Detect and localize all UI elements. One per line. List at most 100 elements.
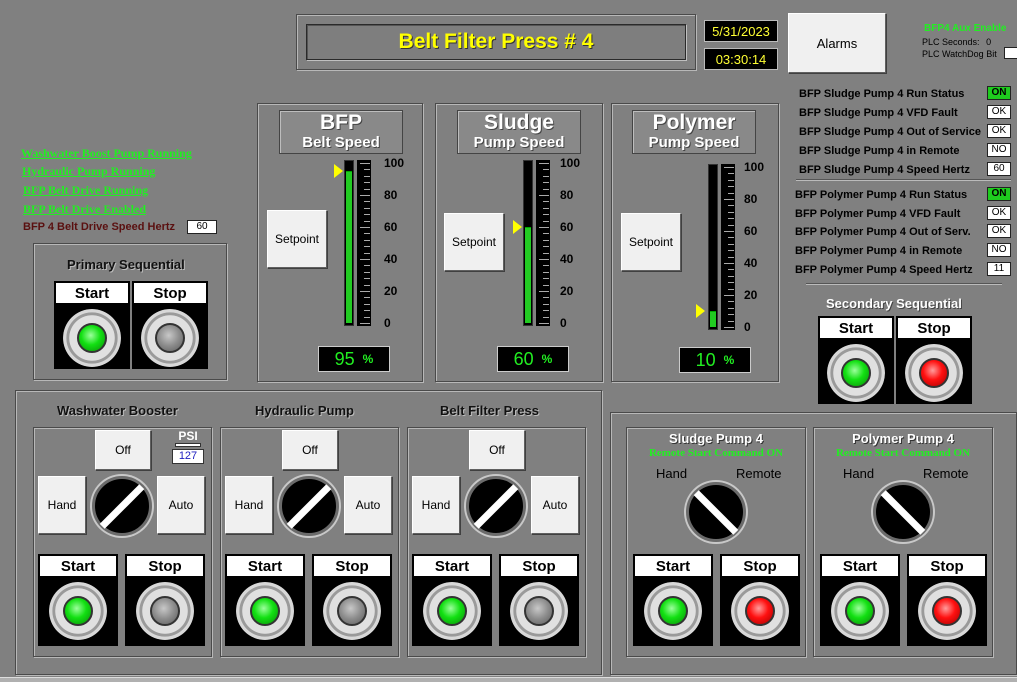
scale-tick [360, 259, 370, 260]
scale-tick [728, 282, 734, 284]
pump-start-lamp-1[interactable]: Start [820, 554, 900, 646]
gauge-subtitle-2: Pump Speed [648, 134, 740, 151]
scale-tick [364, 169, 370, 171]
hoa-stop-led-1 [337, 596, 367, 626]
scale-tick [728, 224, 734, 226]
sludge-status-label: BFP Sludge Pump 4 Speed Hertz [799, 164, 970, 176]
scale-tick [360, 195, 370, 196]
hoa-hand-label-0: Hand [47, 498, 77, 512]
hoa-stop-label-2: Stop [501, 556, 577, 576]
secondary-stop-lamp[interactable]: Stop [896, 316, 972, 404]
scale-tick [364, 271, 370, 273]
pump-selector-switch-0[interactable] [686, 482, 746, 542]
scale-tick [543, 201, 549, 203]
gauge-tick-label-2-5: 0 [744, 320, 751, 334]
secondary-start-ring [827, 344, 885, 402]
hoa-hand-button-0[interactable]: Hand [38, 476, 86, 534]
hoa-auto-label-1: Auto [355, 498, 381, 512]
belt-drive-speed-value: 60 [187, 220, 217, 234]
hoa-selector-switch-1[interactable] [279, 476, 339, 536]
hoa-stop-lamp-1[interactable]: Stop [312, 554, 392, 646]
gauge-setpoint-label-1: Setpoint [451, 235, 497, 249]
hoa-off-button-2[interactable]: Off [469, 430, 525, 470]
scale-tick [543, 239, 549, 241]
psi-label: PSI [178, 429, 198, 443]
secondary-stop-label: Stop [898, 318, 970, 338]
hoa-selector-switch-2[interactable] [466, 476, 526, 536]
gauge-title-1: Sludge [483, 111, 554, 134]
status-hydraulic-running: Hydraulic Pump Running [22, 164, 156, 178]
gauge-arrow-1 [513, 220, 522, 234]
pump-stop-lamp-0[interactable]: Stop [720, 554, 800, 646]
gauge-setpoint-button-2[interactable]: Setpoint [621, 213, 681, 271]
gauge-scale-2 [721, 164, 735, 330]
gauge-readout-value-2: 10 [695, 349, 716, 370]
hoa-auto-button-1[interactable]: Auto [344, 476, 392, 534]
gauge-tick-label-1-5: 0 [560, 316, 567, 330]
pump-title-1: Polymer Pump 4 [852, 431, 954, 446]
hoa-off-label-1: Off [302, 443, 318, 457]
hoa-stop-led-0 [150, 596, 180, 626]
scale-tick [543, 271, 549, 273]
gauge-setpoint-button-0[interactable]: Setpoint [267, 210, 327, 268]
secondary-start-lamp[interactable]: Start [818, 316, 894, 404]
scale-tick [728, 173, 734, 175]
hoa-start-lamp-1[interactable]: Start [225, 554, 305, 646]
scale-tick [728, 179, 734, 181]
sludge-status-value: 60 [987, 162, 1011, 176]
sludge-status-row: BFP Sludge Pump 4 VFD Fault OK [799, 105, 1013, 121]
hoa-auto-button-0[interactable]: Auto [157, 476, 205, 534]
hoa-hand-button-2[interactable]: Hand [412, 476, 460, 534]
gauge-readout-value-1: 60 [513, 348, 534, 369]
hoa-stop-lamp-0[interactable]: Stop [125, 554, 205, 646]
hoa-start-ring-1 [236, 582, 294, 640]
pump-stop-label-0: Stop [722, 556, 798, 576]
sludge-status-row: BFP Sludge Pump 4 Out of Service OK [799, 124, 1013, 140]
scale-tick [364, 278, 370, 280]
primary-start-ring [63, 309, 121, 367]
title-box: Belt Filter Press # 4 [306, 24, 686, 60]
pump-start-ring-0 [644, 582, 702, 640]
polymer-status-value: OK [987, 224, 1011, 239]
hoa-stop-lamp-2[interactable]: Stop [499, 554, 579, 646]
gauge-tick-label-0-2: 60 [384, 220, 398, 234]
hoa-selector-switch-0[interactable] [92, 476, 152, 536]
polymer-status-value: 11 [987, 261, 1011, 276]
scale-tick [364, 303, 370, 305]
gauge-setpoint-button-1[interactable]: Setpoint [444, 213, 504, 271]
scale-tick [728, 243, 734, 245]
plc-watchdog-row: PLC WatchDog Bit [922, 49, 997, 59]
gauge-title-box-2: Polymer Pump Speed [632, 110, 756, 154]
gauge-subtitle-0: Belt Speed [302, 134, 380, 151]
hoa-auto-label-2: Auto [542, 498, 568, 512]
scale-tick [543, 252, 549, 254]
hoa-off-button-0[interactable]: Off [95, 430, 151, 470]
gauge-readout-value-0: 95 [334, 348, 355, 369]
scale-tick [364, 246, 370, 248]
scale-tick [543, 297, 549, 299]
pump-stop-lamp-1[interactable]: Stop [907, 554, 987, 646]
scale-tick [364, 252, 370, 254]
primary-start-lamp[interactable]: Start [54, 281, 130, 369]
scale-tick [543, 220, 549, 222]
belt-drive-speed-label: BFP 4 Belt Drive Speed Hertz [23, 221, 176, 233]
gauge-setpoint-label-2: Setpoint [628, 235, 674, 249]
hoa-hand-button-1[interactable]: Hand [225, 476, 273, 534]
gauge-tick-label-2-1: 80 [744, 192, 758, 206]
scale-tick [728, 237, 734, 239]
hoa-start-led-0 [63, 596, 93, 626]
sludge-status-row: BFP Sludge Pump 4 Run Status ON [799, 86, 1013, 102]
primary-stop-lamp[interactable]: Stop [132, 281, 208, 369]
pump-start-lamp-0[interactable]: Start [633, 554, 713, 646]
alarms-button[interactable]: Alarms [788, 13, 886, 73]
sludge-status-value: OK [987, 105, 1011, 119]
hoa-start-lamp-0[interactable]: Start [38, 554, 118, 646]
scale-tick [728, 256, 734, 258]
scale-tick [728, 314, 734, 316]
pump-selector-switch-1[interactable] [873, 482, 933, 542]
hoa-off-button-1[interactable]: Off [282, 430, 338, 470]
hoa-auto-button-2[interactable]: Auto [531, 476, 579, 534]
scale-tick [364, 297, 370, 299]
polymer-status-label: BFP Polymer Pump 4 Run Status [795, 189, 968, 201]
hoa-start-lamp-2[interactable]: Start [412, 554, 492, 646]
